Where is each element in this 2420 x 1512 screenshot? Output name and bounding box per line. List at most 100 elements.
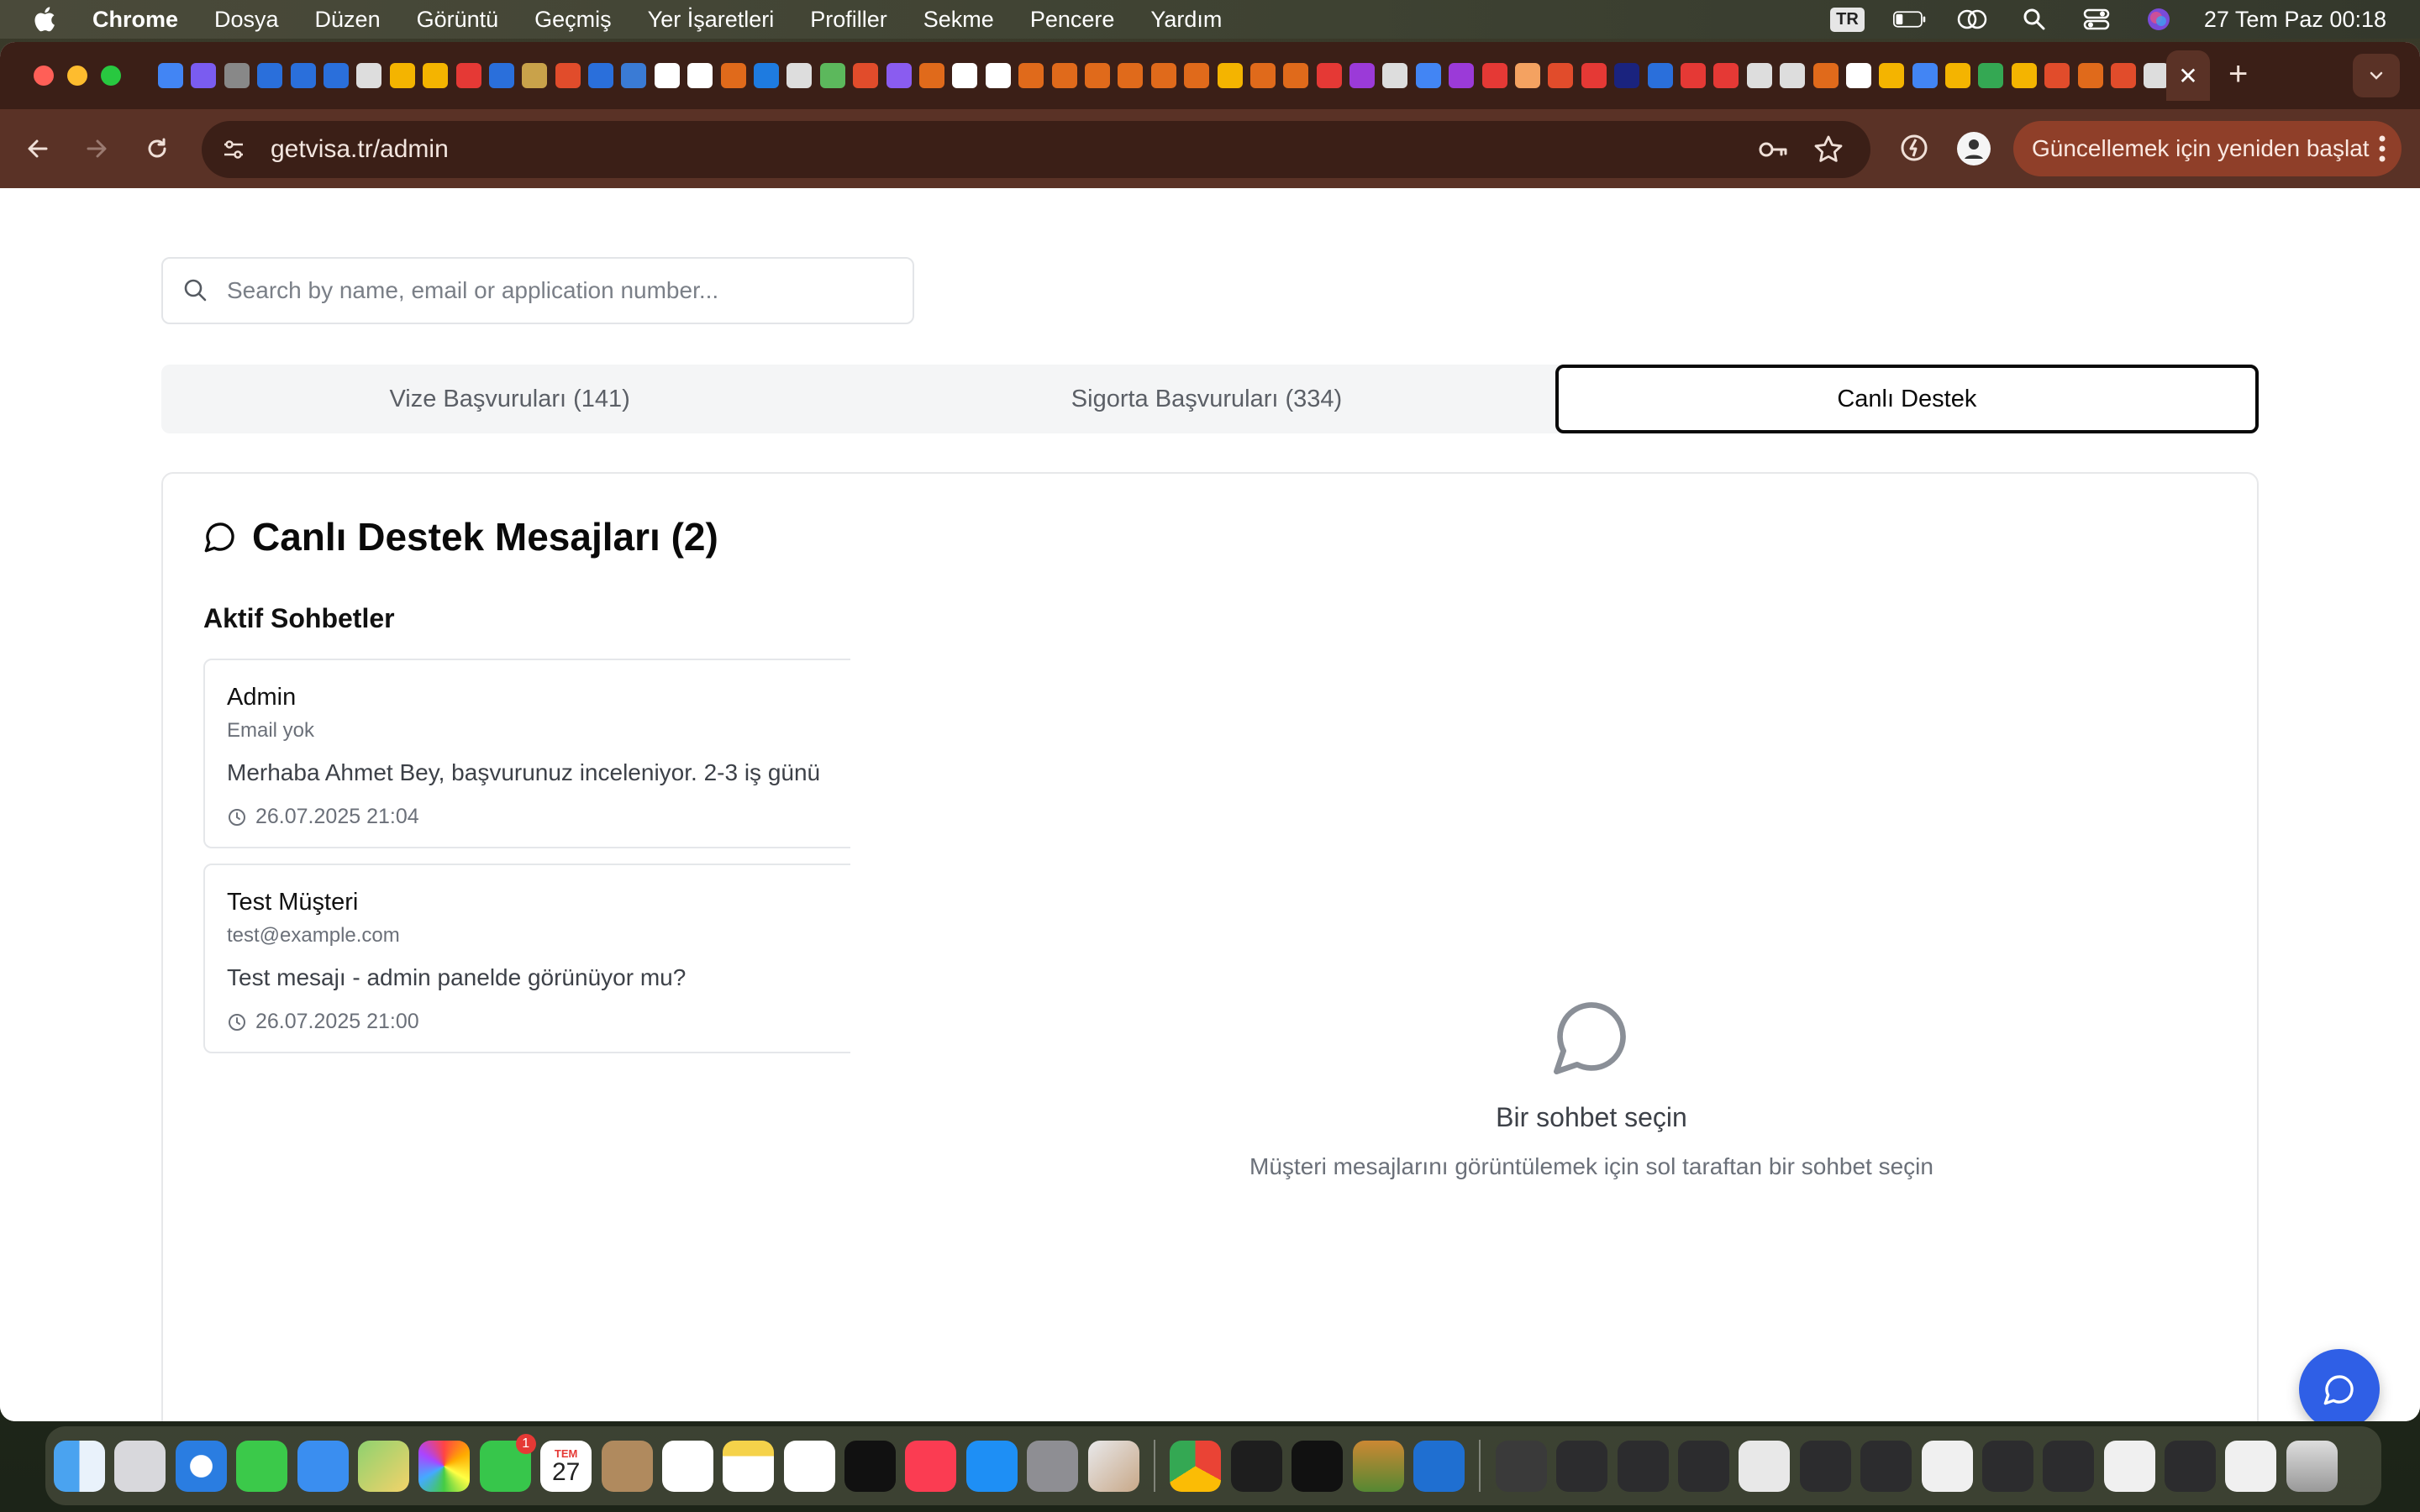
- pinned-tab-favicon-icon[interactable]: [389, 63, 415, 88]
- vscode-icon[interactable]: [1413, 1440, 1465, 1492]
- pinned-tab-favicon-icon[interactable]: [2044, 63, 2070, 88]
- notes-icon[interactable]: [723, 1440, 775, 1492]
- iphone-simulator-icon[interactable]: [1495, 1440, 1547, 1492]
- new-tab-button[interactable]: +: [2228, 57, 2248, 91]
- photos-icon[interactable]: [418, 1440, 471, 1492]
- more-menu-icon[interactable]: [2378, 133, 2386, 171]
- app-store-icon[interactable]: [965, 1440, 1018, 1492]
- pinned-tab-favicon-icon[interactable]: [654, 63, 680, 88]
- menu-file[interactable]: Dosya: [214, 7, 279, 33]
- close-tab-icon[interactable]: ✕: [2178, 62, 2197, 90]
- pinned-tab-favicon-icon[interactable]: [1051, 63, 1077, 88]
- pinned-tab-favicon-icon[interactable]: [952, 63, 978, 88]
- minimized-window-icon[interactable]: [2103, 1440, 2155, 1492]
- pinned-tab-favicon-icon[interactable]: [918, 63, 944, 88]
- extension-icon[interactable]: [1897, 131, 1931, 169]
- pinned-tab-favicon-icon[interactable]: [1349, 63, 1376, 88]
- pinned-tab-favicon-icon[interactable]: [455, 63, 481, 88]
- pinned-tab-favicon-icon[interactable]: [1978, 63, 2004, 88]
- minimized-window-icon[interactable]: [2043, 1440, 2095, 1492]
- pinned-tab-favicon-icon[interactable]: [158, 63, 183, 88]
- menu-tab[interactable]: Sekme: [923, 7, 994, 33]
- pinned-tab-favicon-icon[interactable]: [257, 63, 283, 88]
- launchpad-icon[interactable]: [114, 1440, 166, 1492]
- pinned-tab-favicon-icon[interactable]: [1845, 63, 1871, 88]
- pinned-tab-favicon-icon[interactable]: [1283, 63, 1309, 88]
- mail-icon[interactable]: [297, 1440, 349, 1492]
- reminders-icon[interactable]: [661, 1440, 713, 1492]
- tab-insurance-applications[interactable]: Sigorta Başvuruları (334): [858, 365, 1555, 433]
- pinned-tab-favicon-icon[interactable]: [1581, 63, 1607, 88]
- site-info-icon[interactable]: [217, 133, 250, 166]
- pinned-tab-favicon-icon[interactable]: [819, 63, 845, 88]
- conversation-item-test-customer[interactable]: Test Müşteri test@example.com Test mesaj…: [203, 864, 850, 1053]
- bookmark-star-icon[interactable]: [1812, 133, 1845, 171]
- siri-icon[interactable]: [2142, 7, 2175, 32]
- menu-view[interactable]: Görüntü: [417, 7, 499, 33]
- minimized-window-icon[interactable]: [1921, 1440, 1973, 1492]
- battery-icon[interactable]: [1892, 7, 1927, 32]
- minimized-window-icon[interactable]: [1677, 1440, 1729, 1492]
- pinned-tab-favicon-icon[interactable]: [2077, 63, 2103, 88]
- back-button[interactable]: [20, 131, 55, 166]
- minimized-window-icon[interactable]: [2225, 1440, 2277, 1492]
- url-text[interactable]: getvisa.tr/admin: [271, 135, 449, 164]
- pinned-tab-favicon-icon[interactable]: [191, 63, 217, 88]
- search-field[interactable]: [161, 257, 914, 324]
- maximize-window-button[interactable]: [101, 66, 121, 86]
- minimized-window-icon[interactable]: [1799, 1440, 1851, 1492]
- pinned-tab-favicon-icon[interactable]: [621, 63, 647, 88]
- minimize-window-button[interactable]: [67, 66, 87, 86]
- active-tab[interactable]: ✕: [2166, 50, 2210, 101]
- winrar-icon[interactable]: [1352, 1440, 1404, 1492]
- pinned-tab-favicon-icon[interactable]: [1879, 63, 1905, 88]
- facetime-icon[interactable]: 1: [479, 1433, 536, 1492]
- pinned-tab-favicon-icon[interactable]: [754, 63, 780, 88]
- minimized-window-icon[interactable]: [1860, 1440, 1912, 1492]
- pinned-tab-favicon-icon[interactable]: [1548, 63, 1574, 88]
- pinned-tab-favicon-icon[interactable]: [1018, 63, 1044, 88]
- pinned-tab-favicon-icon[interactable]: [1780, 63, 1806, 88]
- pinned-tab-favicon-icon[interactable]: [555, 63, 581, 88]
- pinned-tab-favicon-icon[interactable]: [786, 63, 813, 88]
- pinned-tab-favicon-icon[interactable]: [1184, 63, 1210, 88]
- input-source-badge[interactable]: TR: [1830, 7, 1865, 32]
- pinned-tab-favicon-icon[interactable]: [1217, 63, 1243, 88]
- iphone-mirroring-icon[interactable]: [1087, 1440, 1139, 1492]
- apple-logo-icon[interactable]: [32, 5, 60, 34]
- pinned-tab-favicon-icon[interactable]: [853, 63, 879, 88]
- music-icon[interactable]: [905, 1440, 957, 1492]
- pinned-tab-favicon-icon[interactable]: [2144, 63, 2170, 88]
- pinned-tab-favicon-icon[interactable]: [1912, 63, 1938, 88]
- pinned-tab-favicon-icon[interactable]: [588, 63, 614, 88]
- chat-widget-button[interactable]: [2299, 1349, 2380, 1421]
- pinned-tab-favicon-icon[interactable]: [1647, 63, 1673, 88]
- update-chrome-button[interactable]: Güncellemek için yeniden başlat: [2013, 121, 2402, 176]
- menu-bookmarks[interactable]: Yer İşaretleri: [648, 7, 775, 33]
- safari-icon[interactable]: [175, 1440, 227, 1492]
- minimized-window-icon[interactable]: [1739, 1440, 1791, 1492]
- menu-edit[interactable]: Düzen: [315, 7, 381, 33]
- contacts-icon[interactable]: [601, 1440, 653, 1492]
- pinned-tab-favicon-icon[interactable]: [1118, 63, 1144, 88]
- menu-app-name[interactable]: Chrome: [92, 7, 178, 33]
- pinned-tab-favicon-icon[interactable]: [423, 63, 449, 88]
- maps-icon[interactable]: [357, 1440, 409, 1492]
- pinned-tab-favicon-icon[interactable]: [522, 63, 548, 88]
- minimized-window-icon[interactable]: [1981, 1440, 2033, 1492]
- forward-button[interactable]: [79, 131, 114, 166]
- finder-icon[interactable]: [54, 1440, 105, 1492]
- system-settings-icon[interactable]: [1027, 1440, 1079, 1492]
- pinned-tab-favicon-icon[interactable]: [1515, 63, 1541, 88]
- menu-profiles[interactable]: Profiller: [810, 7, 887, 33]
- tab-visa-applications[interactable]: Vize Başvuruları (141): [161, 365, 858, 433]
- terminal-icon[interactable]: [1230, 1440, 1282, 1492]
- pinned-tab-favicon-icon[interactable]: [224, 63, 250, 88]
- menu-help[interactable]: Yardım: [1150, 7, 1222, 33]
- pinned-tab-favicon-icon[interactable]: [290, 63, 316, 88]
- pinned-tab-favicon-icon[interactable]: [1614, 63, 1640, 88]
- tab-live-support[interactable]: Canlı Destek: [1555, 365, 2259, 433]
- pinned-tab-favicon-icon[interactable]: [2111, 63, 2137, 88]
- chrome-icon[interactable]: [1170, 1440, 1222, 1492]
- spotlight-search-icon[interactable]: [2018, 7, 2051, 32]
